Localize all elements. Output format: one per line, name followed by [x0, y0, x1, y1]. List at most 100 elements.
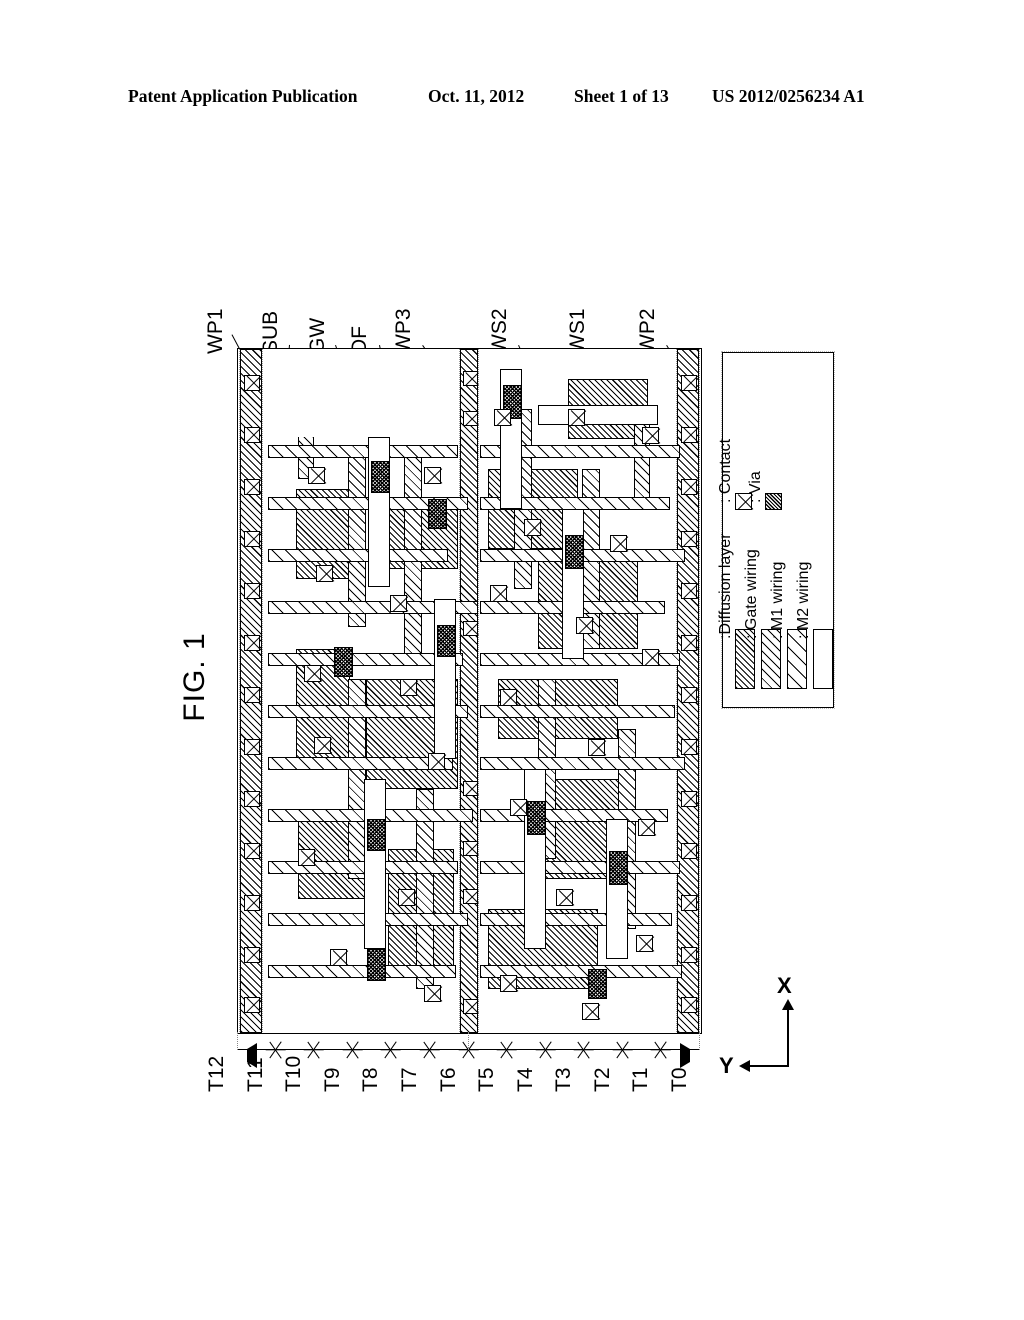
- axis-x-arrow-icon: [782, 999, 794, 1010]
- contact: [463, 841, 478, 856]
- contact: [636, 935, 653, 952]
- track-tick: [265, 1040, 286, 1060]
- contact: [681, 997, 697, 1013]
- track-label-t0: T0: [668, 1067, 691, 1092]
- track-tick: [496, 1040, 517, 1060]
- extension-line: [237, 1032, 239, 1050]
- contact: [244, 583, 260, 599]
- track-label-t5: T5: [475, 1067, 499, 1092]
- via: [334, 647, 353, 677]
- contact: [304, 665, 321, 682]
- extension-line: [699, 1032, 701, 1050]
- track-label-t12: T12: [205, 1055, 228, 1092]
- track-label-t1: T1: [629, 1067, 653, 1092]
- contact: [524, 519, 541, 536]
- contact: [681, 687, 697, 703]
- contact: [463, 781, 478, 796]
- legend-box: :Diffusion layer : Gate wiring : M1 wiri…: [717, 351, 835, 709]
- m1-wiring: [480, 913, 672, 926]
- contact: [463, 371, 478, 386]
- contact: [642, 427, 659, 444]
- via-icon: [765, 493, 782, 510]
- publication-date: Oct. 11, 2012: [428, 86, 525, 106]
- contact: [308, 467, 325, 484]
- contact: [490, 585, 507, 602]
- contact: [244, 997, 260, 1013]
- m1-wiring: [268, 757, 453, 770]
- contact: [244, 947, 260, 963]
- contact: [642, 649, 659, 666]
- track-tick: [381, 1040, 402, 1060]
- m2-wiring: [524, 769, 546, 949]
- via: [609, 851, 628, 885]
- contact: [314, 737, 331, 754]
- extension-line: [468, 1032, 470, 1050]
- substrate-area: [266, 351, 456, 437]
- contact: [244, 791, 260, 807]
- contact: [681, 739, 697, 755]
- contact: [428, 753, 445, 770]
- power-rail-wp3: [459, 349, 479, 1033]
- contact: [681, 635, 697, 651]
- track-label-t3: T3: [552, 1067, 576, 1092]
- contact: [244, 427, 260, 443]
- m1-wiring: [480, 757, 685, 770]
- track-tick: [535, 1040, 556, 1060]
- axis-x-line: [787, 1009, 789, 1067]
- track-label-t4: T4: [513, 1067, 537, 1092]
- figure-title-text: FIG. 1: [178, 632, 211, 722]
- m2-wiring-ws2: [368, 437, 390, 587]
- contact: [681, 843, 697, 859]
- track-tick: [651, 1040, 672, 1060]
- contact: [330, 949, 347, 966]
- track-tick: [612, 1040, 633, 1060]
- m2-wiring-ws1: [538, 405, 658, 425]
- contact: [681, 583, 697, 599]
- contact: [576, 617, 593, 634]
- via: [367, 949, 386, 981]
- contact: [610, 535, 627, 552]
- contact: [588, 739, 605, 756]
- axis-y-label: Y: [719, 1053, 734, 1078]
- contact: [244, 479, 260, 495]
- legend-swatch-m2: [813, 629, 833, 689]
- via: [428, 499, 447, 529]
- contact: [244, 531, 260, 547]
- track-label-t10: T10: [282, 1055, 306, 1092]
- axis-indicator: X Y: [719, 973, 830, 1085]
- contact: [244, 895, 260, 911]
- legend-label-via: : Via: [747, 471, 764, 503]
- track-label-t9: T9: [320, 1067, 344, 1092]
- contact: [400, 679, 417, 696]
- contact: [390, 595, 407, 612]
- publication-header: Patent Application Publication Oct. 11, …: [0, 86, 1024, 112]
- track-tick: [342, 1040, 363, 1060]
- m2-wiring-ws1: [562, 509, 584, 659]
- track-tick: [303, 1040, 324, 1060]
- contact: [494, 409, 511, 426]
- contact: [463, 999, 478, 1014]
- m1-wiring: [268, 861, 458, 874]
- contact: [638, 819, 655, 836]
- m2-wiring: [364, 779, 386, 949]
- contact: [681, 479, 697, 495]
- contact: [681, 947, 697, 963]
- contact: [500, 689, 517, 706]
- track-label-t11: T11: [243, 1057, 267, 1092]
- contact: [244, 375, 260, 391]
- gate-wiring: [348, 447, 366, 627]
- via: [437, 625, 456, 657]
- contact: [244, 687, 260, 703]
- track-label-t7: T7: [397, 1067, 421, 1092]
- m2-wiring: [606, 819, 628, 959]
- via: [371, 461, 390, 493]
- via: [527, 801, 546, 835]
- m1-wiring: [480, 705, 675, 718]
- via: [588, 969, 607, 999]
- legend-label-contact: : Contact: [717, 438, 734, 503]
- contact: [463, 621, 478, 636]
- contact: [244, 843, 260, 859]
- via: [367, 819, 386, 851]
- axis-y-line: [749, 1065, 789, 1067]
- contact: [681, 427, 697, 443]
